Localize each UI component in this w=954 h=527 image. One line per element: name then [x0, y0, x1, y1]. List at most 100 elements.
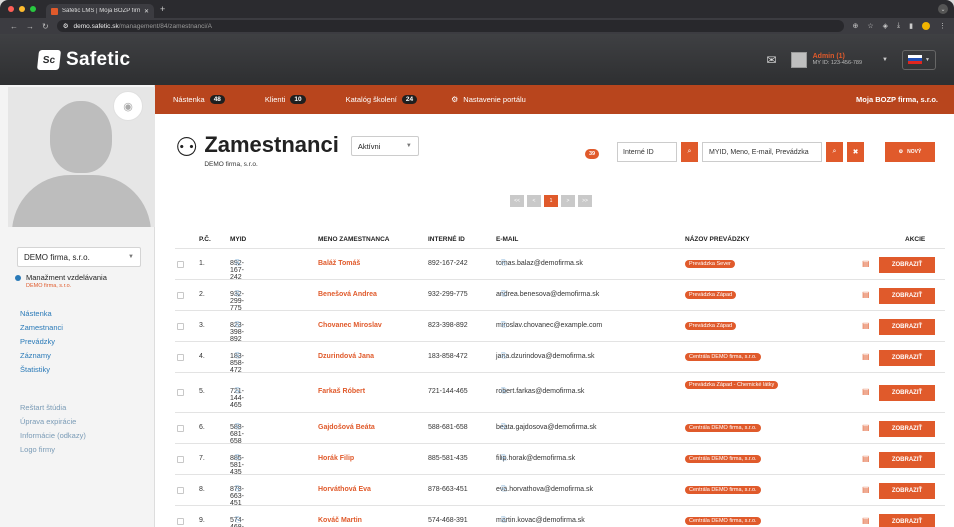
camera-icon[interactable]: ◉	[113, 91, 143, 121]
page-next[interactable]: >	[561, 195, 575, 207]
row-employee-name[interactable]: Baláž Tomáš	[318, 260, 360, 267]
tab-menu-chevron-icon[interactable]: ⌄	[938, 4, 948, 14]
col-myid[interactable]: MYID	[230, 236, 246, 243]
nav-nastenka[interactable]: Nástenka 48	[173, 95, 225, 104]
prevadzka-tag[interactable]: Centrála DEMO firma, s.r.o.	[685, 455, 761, 463]
internal-id-input[interactable]: Interné ID	[617, 142, 677, 162]
search-button[interactable]: ⌕	[681, 142, 698, 162]
nav-klienti[interactable]: Klienti 10	[265, 95, 306, 104]
copy-icon[interactable]: ⎘	[501, 260, 507, 268]
user-menu[interactable]: Admin (1) MY ID: 123-456-789 ▼	[790, 51, 888, 68]
new-tab-button[interactable]: +	[160, 4, 165, 14]
view-button[interactable]: ZOBRAZIŤ	[879, 257, 935, 273]
row-checkbox[interactable]	[177, 292, 184, 299]
row-employee-name[interactable]: Gajdošová Beáta	[318, 424, 375, 431]
copy-icon[interactable]: ⎘	[501, 455, 507, 463]
sidebar-item-prevadzky[interactable]: Prevádzky	[20, 335, 63, 349]
safetic-logo[interactable]: Sc Safetic	[36, 49, 130, 71]
sidepanel-icon[interactable]: ▮	[909, 22, 913, 30]
view-button[interactable]: ZOBRAZIŤ	[879, 514, 935, 527]
calendar-icon[interactable]: ▤	[862, 387, 870, 396]
maximize-window-button[interactable]	[30, 6, 36, 12]
copy-icon[interactable]: ⎘	[235, 424, 241, 432]
row-employee-name[interactable]: Dzurindová Jana	[318, 353, 374, 360]
row-checkbox[interactable]	[177, 261, 184, 268]
row-employee-name[interactable]: Horák Filip	[318, 455, 354, 462]
download-icon[interactable]: ⤓	[897, 22, 900, 30]
row-employee-name[interactable]: Farkaš Róbert	[318, 388, 365, 395]
copy-icon[interactable]: ⎘	[235, 260, 241, 268]
company-select[interactable]: DEMO firma, s.r.o. ▼	[17, 247, 141, 267]
sidebar-item-informacie[interactable]: Informácie (odkazy)	[20, 429, 86, 443]
copy-icon[interactable]: ⎘	[235, 388, 241, 396]
sidebar-item-restart[interactable]: Reštart štúdia	[20, 401, 86, 415]
prevadzka-tag[interactable]: Prevádzka Sever	[685, 260, 735, 268]
zoom-icon[interactable]: ⊕	[852, 22, 858, 30]
sidebar-item-nastenka[interactable]: Nástenka	[20, 307, 63, 321]
row-checkbox[interactable]	[177, 389, 184, 396]
status-select[interactable]: Aktívni ▼	[350, 136, 419, 156]
calendar-icon[interactable]: ▤	[862, 516, 870, 525]
close-tab-icon[interactable]: ✕	[144, 8, 149, 15]
copy-icon[interactable]: ⎘	[501, 322, 507, 330]
copy-icon[interactable]: ⎘	[235, 322, 241, 330]
mail-icon[interactable]: ✉	[767, 53, 777, 67]
page-current[interactable]: 1	[544, 195, 558, 207]
reload-icon[interactable]: ↻	[42, 22, 49, 31]
row-employee-name[interactable]: Horváthová Eva	[318, 486, 371, 493]
page-first[interactable]: <<	[510, 195, 524, 207]
sidebar-item-statistiky[interactable]: Štatistiky	[20, 363, 63, 377]
view-button[interactable]: ZOBRAZIŤ	[879, 288, 935, 304]
url-input[interactable]: ⚙ demo.safetic.sk/management/84/zamestna…	[56, 20, 845, 32]
nav-katalog[interactable]: Katalóg školení 24	[346, 95, 418, 104]
row-checkbox[interactable]	[177, 425, 184, 432]
bookmark-star-icon[interactable]: ☆	[867, 22, 873, 30]
calendar-icon[interactable]: ▤	[862, 352, 870, 361]
calendar-icon[interactable]: ▤	[862, 321, 870, 330]
calendar-icon[interactable]: ▤	[862, 290, 870, 299]
sidebar-section[interactable]: Manažment vzdelávania DEMO firma, s.r.o.	[15, 273, 150, 289]
calendar-icon[interactable]: ▤	[862, 423, 870, 432]
copy-icon[interactable]: ⎘	[501, 388, 507, 396]
close-window-button[interactable]	[8, 6, 14, 12]
view-button[interactable]: ZOBRAZIŤ	[879, 421, 935, 437]
view-button[interactable]: ZOBRAZIŤ	[879, 483, 935, 499]
nav-settings[interactable]: ⚙ Nastavenie portálu	[451, 95, 526, 104]
row-checkbox[interactable]	[177, 354, 184, 361]
row-checkbox[interactable]	[177, 456, 184, 463]
forward-arrow-icon[interactable]: →	[26, 22, 34, 31]
sidebar-item-logo[interactable]: Logo firmy	[20, 443, 86, 457]
extensions-icon[interactable]: ◈	[883, 22, 888, 30]
copy-icon[interactable]: ⎘	[235, 353, 241, 361]
copy-icon[interactable]: ⎘	[501, 353, 507, 361]
calendar-icon[interactable]: ▤	[862, 454, 870, 463]
view-button[interactable]: ZOBRAZIŤ	[879, 350, 935, 366]
row-employee-name[interactable]: Kováč Martin	[318, 517, 362, 524]
profile-avatar-icon[interactable]	[922, 22, 930, 30]
prevadzka-tag[interactable]: Centrála DEMO firma, s.r.o.	[685, 424, 761, 432]
prevadzka-tag[interactable]: Prevádzka Západ	[685, 291, 737, 299]
col-email[interactable]: E-MAIL	[496, 236, 518, 243]
prevadzka-tag[interactable]: Prevádzka Západ - Chemické látky	[685, 381, 779, 389]
row-employee-name[interactable]: Benešová Andrea	[318, 291, 377, 298]
prevadzka-tag[interactable]: Centrála DEMO firma, s.r.o.	[685, 353, 761, 361]
sidebar-item-zaznamy[interactable]: Záznamy	[20, 349, 63, 363]
browser-tab[interactable]: Safetic LMS | Moja BOZP firm ✕	[46, 4, 154, 18]
row-checkbox[interactable]	[177, 487, 184, 494]
back-arrow-icon[interactable]: ←	[10, 22, 18, 31]
search-button[interactable]: ⌕	[826, 142, 843, 162]
browser-menu-icon[interactable]: ⋮	[939, 22, 946, 30]
sidebar-item-expiracia[interactable]: Úprava expirácie	[20, 415, 86, 429]
calendar-icon[interactable]: ▤	[862, 259, 870, 268]
site-settings-icon[interactable]: ⚙	[63, 22, 69, 30]
new-employee-button[interactable]: ⚙ NOVÝ	[885, 142, 935, 162]
row-checkbox[interactable]	[177, 323, 184, 330]
copy-icon[interactable]: ⎘	[501, 486, 507, 494]
copy-icon[interactable]: ⎘	[235, 291, 241, 299]
copy-icon[interactable]: ⎘	[235, 486, 241, 494]
calendar-icon[interactable]: ▤	[862, 485, 870, 494]
nav-company[interactable]: Moja BOZP firma, s.r.o.	[856, 95, 938, 104]
copy-icon[interactable]: ⎘	[235, 455, 241, 463]
minimize-window-button[interactable]	[19, 6, 25, 12]
row-checkbox[interactable]	[177, 518, 184, 525]
